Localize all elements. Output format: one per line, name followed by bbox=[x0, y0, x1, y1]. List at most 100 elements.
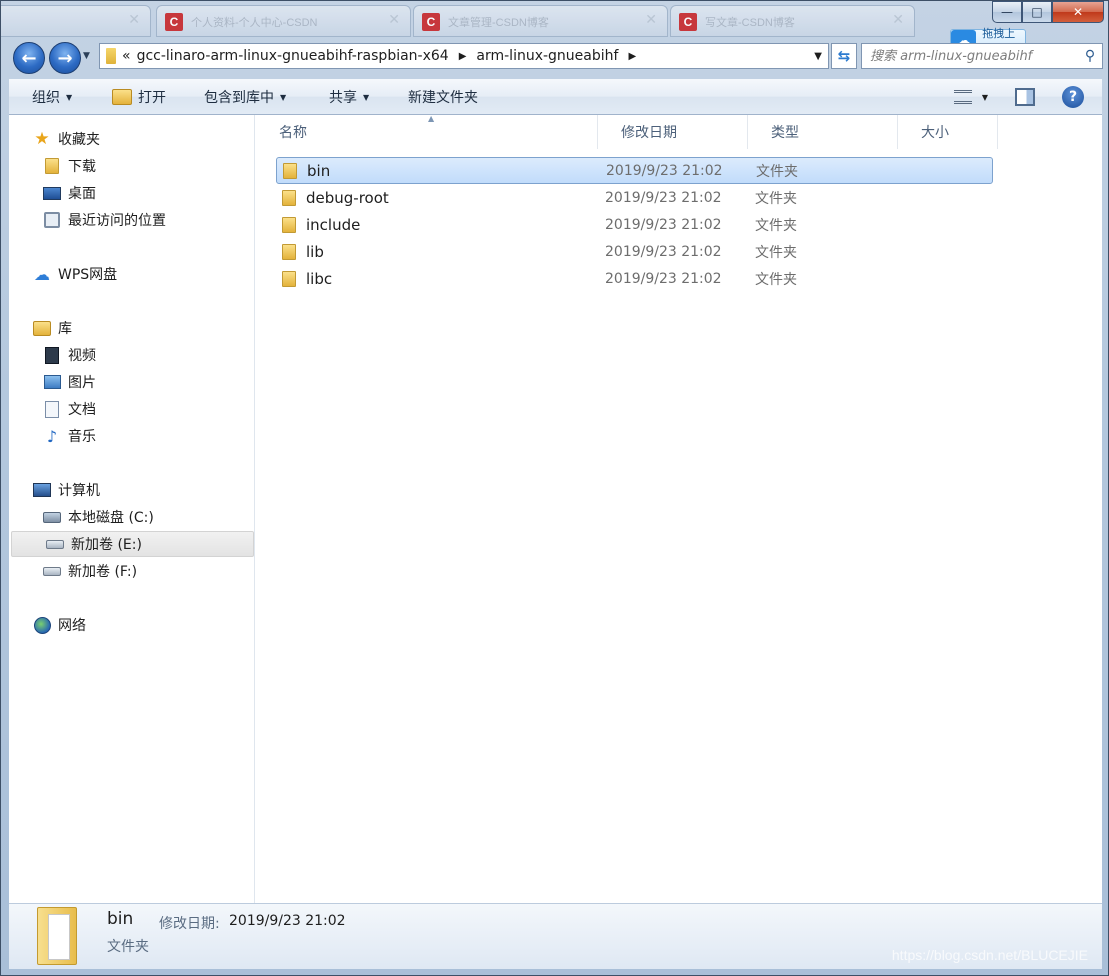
close-icon[interactable]: ✕ bbox=[645, 12, 657, 28]
file-type: 文件夹 bbox=[755, 217, 797, 234]
video-icon bbox=[45, 346, 59, 364]
minimize-button[interactable]: — bbox=[992, 1, 1022, 23]
downloads-folder-icon bbox=[45, 158, 59, 174]
folder-icon bbox=[106, 48, 116, 64]
file-name: include bbox=[306, 215, 361, 234]
column-headers: ▲ 名称 修改日期 类型 大小 bbox=[256, 114, 1102, 149]
file-row[interactable]: lib 2019/9/23 21:02 文件夹 bbox=[276, 238, 993, 265]
file-row[interactable]: libc 2019/9/23 21:02 文件夹 bbox=[276, 265, 993, 292]
folder-icon bbox=[282, 216, 296, 233]
forward-button[interactable]: → bbox=[49, 42, 81, 74]
nav-videos[interactable]: 视频 bbox=[9, 342, 254, 368]
breadcrumb-chevron-icon[interactable]: ▶ bbox=[624, 51, 640, 62]
nav-computer[interactable]: 计算机 bbox=[9, 477, 254, 503]
background-tab-partial[interactable]: ✕ bbox=[1, 5, 151, 37]
drive-icon bbox=[46, 539, 64, 549]
nav-pictures[interactable]: 图片 bbox=[9, 369, 254, 395]
nav-recent-places[interactable]: 最近访问的位置 bbox=[9, 207, 254, 233]
nav-drive-c[interactable]: 本地磁盘 (C:) bbox=[9, 504, 254, 530]
desktop-icon bbox=[43, 186, 61, 200]
organize-label: 组织 bbox=[32, 90, 60, 106]
system-drive-icon bbox=[43, 511, 61, 523]
pictures-icon bbox=[43, 375, 61, 389]
share-label: 共享 bbox=[329, 90, 357, 106]
file-row[interactable]: bin 2019/9/23 21:02 文件夹 bbox=[276, 157, 993, 184]
file-name: libc bbox=[306, 269, 333, 288]
address-bar[interactable]: « gcc-linaro-arm-linux-gnueabihf-raspbia… bbox=[99, 43, 829, 69]
nav-downloads[interactable]: 下载 bbox=[9, 153, 254, 179]
include-in-library-menu[interactable]: 包含到库中 ▼ bbox=[204, 79, 286, 115]
csdn-logo-icon: C bbox=[422, 13, 440, 31]
background-tab[interactable]: C 写文章-CSDN博客 ✕ bbox=[670, 5, 915, 37]
back-button[interactable]: ← bbox=[13, 42, 45, 74]
file-row[interactable]: debug-root 2019/9/23 21:02 文件夹 bbox=[276, 184, 993, 211]
background-tab[interactable]: C 个人资料-个人中心-CSDN ✕ bbox=[156, 5, 411, 37]
column-header-modified[interactable]: 修改日期 bbox=[598, 115, 748, 149]
nav-drive-f[interactable]: 新加卷 (F:) bbox=[9, 558, 254, 584]
column-header-type[interactable]: 类型 bbox=[748, 115, 898, 149]
close-button[interactable]: ✕ bbox=[1052, 1, 1104, 23]
folder-icon bbox=[282, 189, 296, 206]
background-browser-tabs: ✕ C 个人资料-个人中心-CSDN ✕ C 文章管理-CSDN博客 ✕ C 写… bbox=[1, 1, 961, 39]
dropdown-arrow-icon: ▼ bbox=[981, 92, 989, 102]
open-label: 打开 bbox=[138, 90, 166, 106]
nav-label: WPS网盘 bbox=[58, 267, 118, 283]
star-icon: ★ bbox=[34, 129, 50, 149]
library-icon bbox=[33, 320, 51, 336]
background-tab[interactable]: C 文章管理-CSDN博客 ✕ bbox=[413, 5, 668, 37]
nav-desktop[interactable]: 桌面 bbox=[9, 180, 254, 206]
help-button[interactable]: ? bbox=[1059, 85, 1087, 109]
folder-icon bbox=[282, 243, 296, 260]
drive-icon bbox=[43, 566, 61, 576]
close-icon[interactable]: ✕ bbox=[892, 12, 904, 28]
close-icon[interactable]: ✕ bbox=[128, 12, 140, 28]
share-menu[interactable]: 共享 ▼ bbox=[329, 79, 369, 115]
file-type: 文件夹 bbox=[755, 190, 797, 207]
file-list: ▲ 名称 修改日期 类型 大小 bin 2019/9/23 21:02 文件夹 … bbox=[256, 114, 1102, 903]
organize-menu[interactable]: 组织 ▼ bbox=[32, 79, 72, 115]
details-view-icon bbox=[953, 90, 972, 104]
nav-music[interactable]: ♪ 音乐 bbox=[9, 423, 254, 449]
close-icon[interactable]: ✕ bbox=[388, 12, 400, 28]
open-button[interactable]: 打开 bbox=[112, 79, 166, 115]
file-name: bin bbox=[307, 161, 331, 180]
breadcrumb-item[interactable]: arm-linux-gnueabihf bbox=[470, 48, 624, 64]
preview-pane-icon bbox=[1015, 88, 1035, 106]
breadcrumb-chevron-icon[interactable]: ▶ bbox=[455, 51, 471, 62]
file-modified: 2019/9/23 21:02 bbox=[605, 189, 722, 206]
arrow-right-icon: → bbox=[57, 47, 73, 69]
nav-libraries[interactable]: 库 bbox=[9, 315, 254, 341]
address-history-dropdown-icon[interactable]: ▼ bbox=[814, 51, 822, 62]
file-name: debug-root bbox=[306, 188, 389, 207]
file-modified: 2019/9/23 21:02 bbox=[605, 216, 722, 233]
nav-label: 图片 bbox=[68, 375, 96, 391]
window-controls: — □ ✕ bbox=[992, 1, 1104, 25]
nav-network[interactable]: 网络 bbox=[9, 612, 254, 638]
breadcrumb-item[interactable]: gcc-linaro-arm-linux-gnueabihf-raspbian-… bbox=[131, 48, 455, 64]
file-row[interactable]: include 2019/9/23 21:02 文件夹 bbox=[276, 211, 993, 238]
recent-pages-dropdown-icon[interactable]: ▼ bbox=[83, 51, 90, 61]
include-in-library-label: 包含到库中 bbox=[204, 90, 274, 106]
nav-favorites[interactable]: ★ 收藏夹 bbox=[9, 126, 254, 152]
new-folder-button[interactable]: 新建文件夹 bbox=[408, 79, 478, 115]
search-box[interactable]: ⚲ bbox=[861, 43, 1103, 69]
search-icon[interactable]: ⚲ bbox=[1078, 48, 1102, 64]
refresh-button[interactable]: ⇆ bbox=[831, 43, 857, 69]
breadcrumb-overflow[interactable]: « bbox=[122, 48, 131, 64]
nav-documents[interactable]: 文档 bbox=[9, 396, 254, 422]
maximize-button[interactable]: □ bbox=[1022, 1, 1052, 23]
nav-wps-drive[interactable]: ☁ WPS网盘 bbox=[9, 261, 254, 287]
column-header-size[interactable]: 大小 bbox=[898, 115, 998, 149]
column-header-name[interactable]: 名称 bbox=[256, 115, 598, 149]
nav-label: 库 bbox=[58, 321, 72, 337]
background-tab-label: 写文章-CSDN博客 bbox=[705, 17, 795, 29]
details-modified-value: 2019/9/23 21:02 bbox=[229, 913, 346, 929]
search-input[interactable] bbox=[862, 48, 1078, 64]
preview-pane-button[interactable] bbox=[1011, 85, 1039, 109]
background-tab-label: 个人资料-个人中心-CSDN bbox=[191, 17, 318, 29]
change-view-button[interactable]: ▼ bbox=[947, 85, 995, 109]
nav-drive-e[interactable]: 新加卷 (E:) bbox=[11, 531, 254, 557]
nav-label: 文档 bbox=[68, 402, 96, 418]
details-file-name: bin bbox=[107, 909, 134, 929]
music-icon: ♪ bbox=[46, 426, 58, 446]
